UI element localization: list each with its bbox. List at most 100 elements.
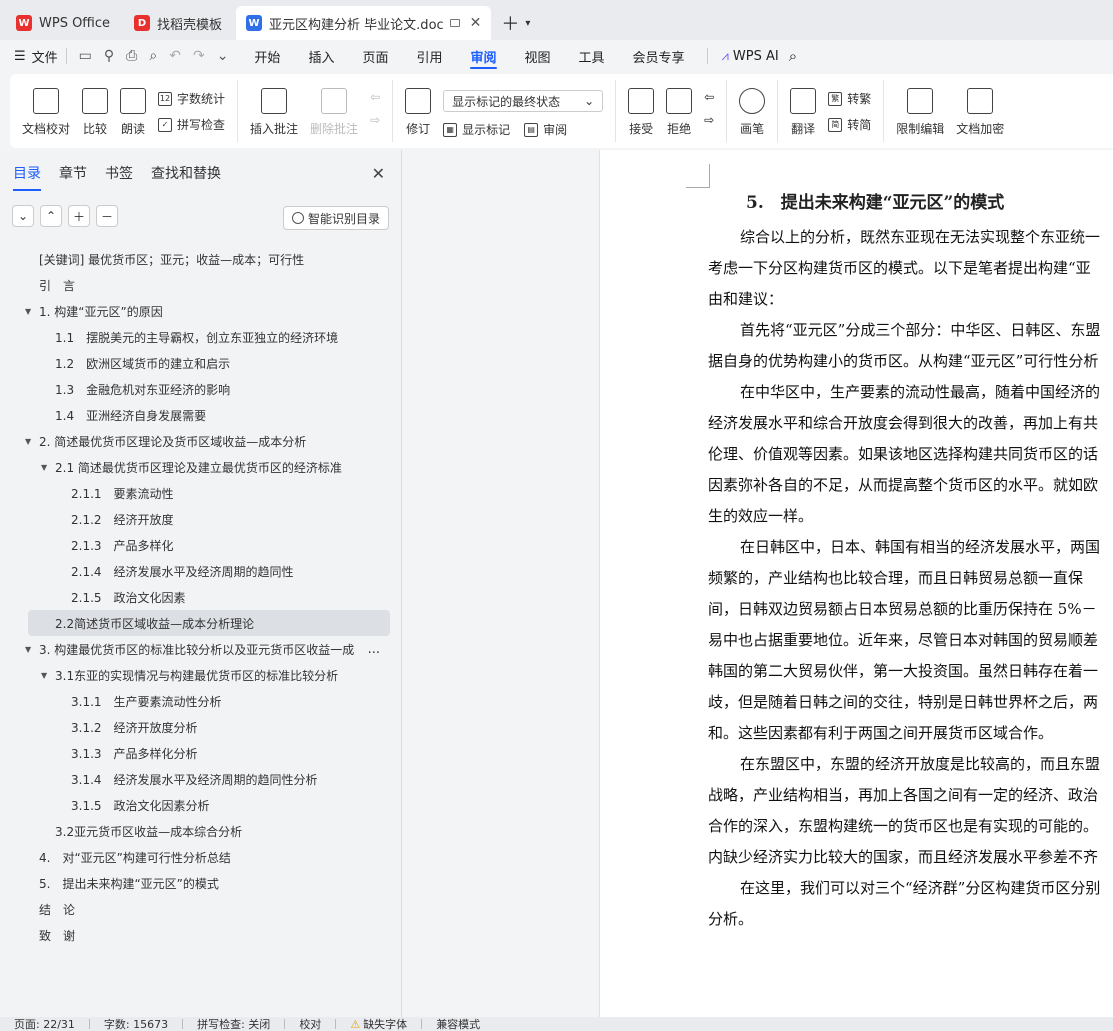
pen-button[interactable]: 画笔	[739, 88, 766, 137]
show-markup-button[interactable]: ▦ 显示标记	[443, 121, 510, 138]
caret-down-icon[interactable]: ▼	[25, 437, 31, 446]
toc-item[interactable]: ▼ 2. 简述最优货币区理论及货币区域收益—成本分析	[0, 428, 402, 454]
tab-wps-office[interactable]: W WPS Office	[6, 6, 120, 40]
compare-button[interactable]: 比较	[82, 88, 109, 137]
toc-item[interactable]: 2.1.3 产品多样化	[0, 532, 402, 558]
remove-heading-icon[interactable]: －	[96, 205, 118, 227]
toc-item[interactable]: 3.1.3 产品多样化分析	[0, 740, 402, 766]
wps-ai-button[interactable]: ⩘ WPS AI	[716, 40, 785, 72]
proof-status[interactable]: 校对	[299, 1017, 321, 1031]
toc-item[interactable]: 4. 对“亚元区”构建可行性分析总结	[0, 844, 402, 870]
toc-item[interactable]: 引 言	[0, 272, 402, 298]
reject-button[interactable]: 拒绝	[666, 88, 693, 137]
more-options-icon[interactable]: ...	[368, 642, 380, 657]
collapse-up-icon[interactable]: ⌃	[40, 205, 62, 227]
toc-item[interactable]: 5. 提出未来构建“亚元区”的模式	[0, 870, 402, 896]
print-icon[interactable]: ⎙	[126, 48, 137, 64]
toc-item[interactable]: 1.2 欧洲区域货币的建立和启示	[0, 350, 402, 376]
toc-item[interactable]: 3.1.1 生产要素流动性分析	[0, 688, 402, 714]
close-tab-icon[interactable]: ✕	[470, 15, 482, 31]
toc-item[interactable]: 3.1.5 政治文化因素分析	[0, 792, 402, 818]
menu-insert[interactable]: 插入	[294, 40, 348, 72]
close-pane-icon[interactable]: ✕	[372, 164, 385, 183]
tab-active-document[interactable]: W 亚元区构建分析 毕业论文.doc ✕	[236, 6, 492, 40]
expand-down-icon[interactable]: ⌄	[12, 205, 34, 227]
toc-item[interactable]: 2.1.5 政治文化因素	[0, 584, 402, 610]
file-menu[interactable]: 文件	[32, 47, 58, 66]
toc-item[interactable]: 1.1 摆脱美元的主导霸权，创立东亚独立的经济环境	[0, 324, 402, 350]
toc-item[interactable]: 结 论	[0, 896, 402, 922]
hamburger-icon[interactable]: ☰	[14, 49, 26, 64]
toc-item[interactable]: 致 谢	[0, 922, 402, 948]
toc-item[interactable]: ▼ 3. 构建最优货币区的标准比较分析以及亚元货币区收益一成...	[0, 636, 402, 662]
save-icon[interactable]: ▭	[79, 48, 92, 64]
tab-chapters[interactable]: 章节	[59, 163, 87, 183]
add-heading-icon[interactable]: ＋	[68, 205, 90, 227]
new-tab-button[interactable]: ＋ ▾	[495, 6, 536, 40]
more-chevron-icon[interactable]: ⌄	[217, 48, 229, 64]
undo-icon[interactable]: ↶	[169, 48, 181, 64]
missing-font-status[interactable]: ⚠ 缺失字体	[350, 1017, 407, 1031]
caret-down-icon[interactable]: ▼	[25, 645, 31, 654]
insert-comment-button[interactable]: 插入批注	[250, 88, 298, 137]
menu-review[interactable]: 审阅	[456, 40, 510, 72]
to-traditional-button[interactable]: 繁转繁	[828, 90, 871, 107]
restrict-edit-button[interactable]: 限制编辑	[896, 88, 944, 137]
toc-item[interactable]: 1.4 亚洲经济自身发展需要	[0, 402, 402, 428]
smart-toc-button[interactable]: 智能识别目录	[282, 206, 389, 230]
toc-item[interactable]: 2.1.2 经济开放度	[0, 506, 402, 532]
to-simplified-button[interactable]: 简转简	[828, 116, 871, 133]
review-pane-button[interactable]: ▤ 审阅	[524, 121, 567, 138]
toc-item[interactable]: [关键词] 最优货币区；亚元；收益—成本；可行性	[0, 246, 402, 272]
menu-tools[interactable]: 工具	[565, 40, 619, 72]
previous-change-icon[interactable]: ⇦	[704, 90, 714, 104]
toc-item[interactable]: ▼ 3.1东亚的实现情况与构建最优货币区的标准比较分析	[0, 662, 402, 688]
print-preview-icon[interactable]: ⌕	[149, 48, 157, 64]
ribbon-group-proof: 文档校对 比较 朗读 12 字数统计 ✓ 拼写检查	[10, 80, 239, 142]
menu-page[interactable]: 页面	[348, 40, 402, 72]
page-indicator[interactable]: 页面: 22/31	[14, 1017, 75, 1031]
toc-item[interactable]: ▼ 2.1 简述最优货币区理论及建立最优货币区的经济标准	[0, 454, 402, 480]
menu-start[interactable]: 开始	[240, 40, 294, 72]
pen-icon	[739, 88, 766, 114]
toc-item[interactable]: 2.1.4 经济发展水平及经济周期的趋同性	[0, 558, 402, 584]
tab-find-replace[interactable]: 查找和替换	[151, 163, 221, 183]
caret-down-icon[interactable]: ▼	[41, 671, 47, 680]
word-count-button[interactable]: 12 字数统计	[158, 90, 225, 107]
tab-template-store[interactable]: D 找稻壳模板	[124, 6, 232, 40]
markup-state-select[interactable]: 显示标记的最终状态 ⌄	[443, 90, 604, 112]
word-count-indicator[interactable]: 字数: 15673	[104, 1017, 168, 1031]
toc-item[interactable]: 2.1.1 要素流动性	[0, 480, 402, 506]
translate-button[interactable]: 翻译	[790, 88, 817, 137]
search-icon[interactable]: ⌕	[789, 47, 797, 65]
next-change-icon[interactable]: ⇨	[704, 113, 714, 127]
caret-down-icon[interactable]: ▼	[41, 463, 47, 472]
revise-button[interactable]: 修订	[405, 88, 432, 137]
toc-item-selected[interactable]: 2.2简述货币区域收益—成本分析理论	[28, 610, 390, 636]
toc-item[interactable]: 3.1.4 经济发展水平及经济周期的趋同性分析	[0, 766, 402, 792]
encrypt-document-button[interactable]: 文档加密	[956, 88, 1004, 137]
tab-toc[interactable]: 目录	[13, 163, 41, 191]
link-icon[interactable]: ⚲	[104, 48, 114, 64]
ribbon-group-revision: 修订 显示标记的最终状态 ⌄ ▦ 显示标记 ▤ 审阅	[393, 80, 617, 142]
next-comment-icon[interactable]: ⇨	[370, 113, 380, 127]
delete-comment-button[interactable]: 删除批注	[310, 88, 358, 137]
toc-item[interactable]: 3.2亚元货币区收益—成本综合分析	[0, 818, 402, 844]
toc-item[interactable]: ▼ 1. 构建“亚元区”的原因	[0, 298, 402, 324]
redo-icon[interactable]: ↷	[193, 48, 205, 64]
tab-bookmarks[interactable]: 书签	[105, 163, 133, 183]
previous-comment-icon[interactable]: ⇦	[370, 90, 380, 104]
accept-button[interactable]: 接受	[628, 88, 655, 137]
spell-check-status[interactable]: 拼写检查: 关闭	[197, 1017, 270, 1031]
menu-view[interactable]: 视图	[511, 40, 565, 72]
read-aloud-button[interactable]: 朗读	[120, 88, 147, 137]
toc-item[interactable]: 1.3 金融危机对东亚经济的影响	[0, 376, 402, 402]
proofread-button[interactable]: 文档校对	[22, 88, 70, 137]
chevron-down-icon[interactable]: ▾	[525, 18, 530, 29]
caret-down-icon[interactable]: ▼	[25, 307, 31, 316]
menu-member[interactable]: 会员专享	[619, 40, 699, 72]
toc-item[interactable]: 3.1.2 经济开放度分析	[0, 714, 402, 740]
document-page[interactable]: 5. 提出未来构建“亚元区”的模式 综合以上的分析，既然东亚现在无法实现整个东亚…	[599, 150, 1113, 1017]
spell-check-button[interactable]: ✓ 拼写检查	[158, 116, 225, 133]
menu-references[interactable]: 引用	[402, 40, 456, 72]
